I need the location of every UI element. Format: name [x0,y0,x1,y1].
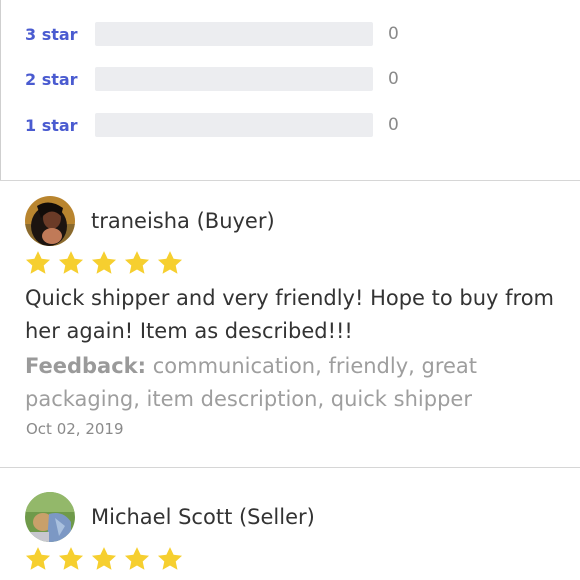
rating-count: 0 [388,24,399,44]
star-rating [24,249,184,277]
star-icon [58,547,84,570]
rating-row-1-star[interactable]: 1 star 0 [0,113,580,139]
rating-bar [95,113,373,137]
reviewer-avatar[interactable] [25,196,75,246]
feedback-label: Feedback: [25,354,147,378]
rating-row-2-star[interactable]: 2 star 0 [0,67,580,93]
reviewer-name[interactable]: Michael Scott (Seller) [91,502,315,532]
rating-row-3-star[interactable]: 3 star 0 [0,22,580,48]
review-divider [0,467,580,468]
star-icon [157,251,183,274]
review-date: Oct 02, 2019 [26,420,124,438]
rating-label[interactable]: 3 star [25,23,78,47]
star-icon [91,251,117,274]
star-icon [25,547,51,570]
rating-label[interactable]: 1 star [25,114,78,138]
rating-bar [95,22,373,46]
review-text: Quick shipper and very friendly! Hope to… [25,286,555,343]
star-rating [24,545,184,573]
rating-count: 0 [388,115,399,135]
avatar-photo [25,492,75,542]
rating-count: 0 [388,69,399,89]
review-feedback: Feedback: communication, friendly, great… [25,350,570,416]
rating-label[interactable]: 2 star [25,68,78,92]
star-icon [91,547,117,570]
star-icon [25,251,51,274]
star-icon [157,547,183,570]
reviews-panel: 3 star 0 2 star 0 1 star 0 traneisha (Bu… [0,0,580,580]
reviewer-name[interactable]: traneisha (Buyer) [91,206,275,236]
avatar-photo [25,196,75,246]
reviewer-avatar[interactable] [25,492,75,542]
section-divider [0,180,580,181]
rating-bar [95,67,373,91]
star-icon [124,547,150,570]
star-icon [124,251,150,274]
review-item: traneisha (Buyer) Quick shipper and very… [0,196,580,456]
star-icon [58,251,84,274]
review-item: Michael Scott (Seller) [0,492,580,580]
